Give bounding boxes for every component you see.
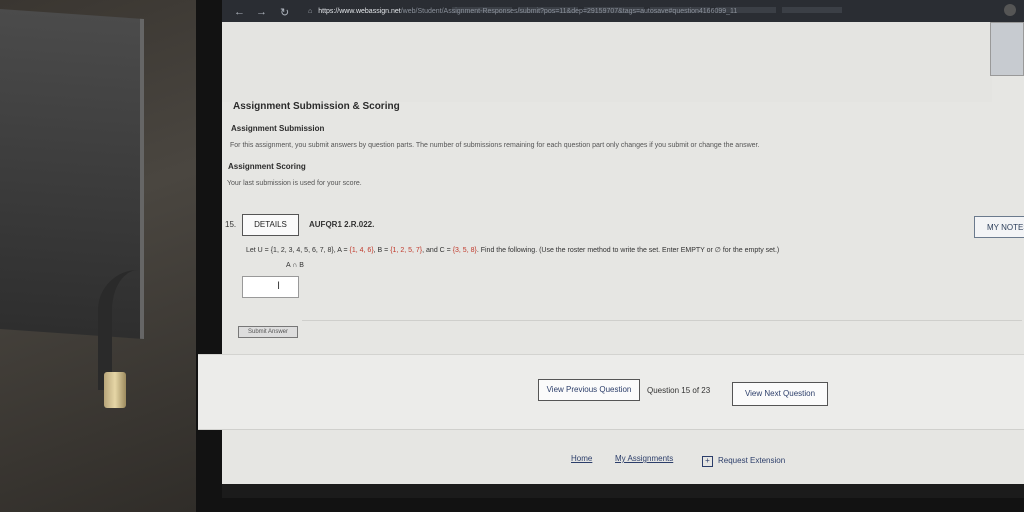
set-expression: A ∩ B xyxy=(286,262,304,269)
back-arrow-icon[interactable]: ← xyxy=(234,6,245,18)
request-extension-label: Request Extension xyxy=(718,456,786,465)
divider xyxy=(302,320,1022,321)
url-path: /web/Student/Assignment-Responses/submit… xyxy=(400,8,738,15)
view-next-question-button[interactable]: View Next Question xyxy=(732,382,828,406)
prompt-prefix: Let U = {1, 2, 3, 4, 5, 6, 7, 8}, A = xyxy=(246,247,350,254)
scoring-text: Your last submission is used for your sc… xyxy=(227,180,362,187)
reload-icon[interactable]: ↻ xyxy=(280,6,289,19)
submit-answer-button[interactable]: Submit Answer xyxy=(238,326,298,338)
thumbnail-preview xyxy=(990,22,1024,76)
details-button[interactable]: DETAILS xyxy=(242,214,299,236)
page-header-area xyxy=(222,22,992,102)
set-b: {1, 2, 5, 7} xyxy=(390,247,423,254)
prompt-mid-1: , B = xyxy=(373,247,391,254)
address-bar[interactable]: ⌂ https://www.webassign.net/web/Student/A… xyxy=(308,5,998,18)
question-number: 15. xyxy=(225,220,237,229)
submission-text: For this assignment, you submit answers … xyxy=(230,142,760,149)
answer-input[interactable] xyxy=(242,276,299,298)
browser-toolbar: ← → ↻ ⌂ https://www.webassign.net/web/Stu… xyxy=(222,0,1024,22)
plus-box-icon: + xyxy=(702,456,713,467)
text-cursor-icon: I xyxy=(277,280,281,292)
question-count: Question 15 of 23 xyxy=(647,386,711,395)
scoring-title: Assignment Submission & Scoring xyxy=(233,101,400,112)
power-plug xyxy=(104,372,126,408)
home-link[interactable]: Home xyxy=(571,454,592,463)
webpage: Assignment Submission & Scoring Assignme… xyxy=(198,22,1024,498)
url-domain: https://www.webassign.net xyxy=(318,8,401,15)
question-code: AUFQR1 2.R.022. xyxy=(309,220,375,229)
forward-arrow-icon[interactable]: → xyxy=(256,6,267,18)
lock-icon: ⌂ xyxy=(308,8,313,15)
request-extension-link[interactable]: + Request Extension xyxy=(702,456,785,467)
page-footer xyxy=(222,484,1024,498)
view-previous-question-button[interactable]: View Previous Question xyxy=(538,379,640,401)
scoring-heading: Assignment Scoring xyxy=(228,162,306,171)
prompt-mid-2: , and C = xyxy=(422,247,453,254)
set-c: {3, 5, 8} xyxy=(452,247,477,254)
prompt-suffix: . Find the following. (Use the roster me… xyxy=(476,247,780,254)
profile-icon[interactable] xyxy=(1004,4,1016,16)
set-a: {1, 4, 6} xyxy=(349,247,374,254)
question-prompt: Let U = {1, 2, 3, 4, 5, 6, 7, 8}, A = {1… xyxy=(246,246,779,254)
submission-heading: Assignment Submission xyxy=(231,124,325,133)
my-notes-button[interactable]: MY NOTES xyxy=(974,216,1024,238)
my-assignments-link[interactable]: My Assignments xyxy=(615,454,673,463)
